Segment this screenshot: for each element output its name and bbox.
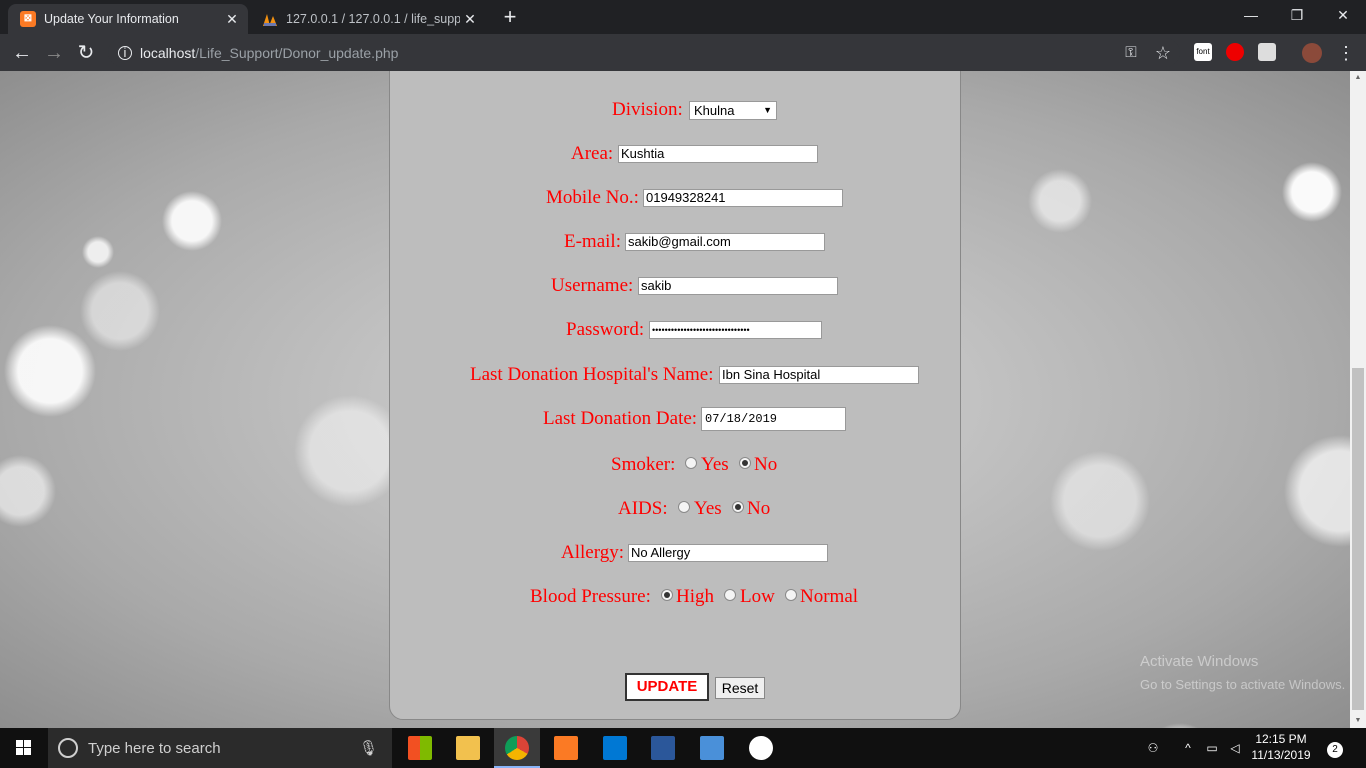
page-content: Division: Khulna ▼ Area: Kushtia Mobile … — [0, 71, 1350, 728]
file-explorer-icon[interactable] — [456, 736, 480, 760]
smoker-no-radio[interactable] — [739, 457, 751, 469]
forward-button[interactable]: → — [40, 39, 68, 67]
address-bar[interactable]: i localhost/Life_Support/Donor_update.ph… — [108, 38, 1180, 67]
url-path: /Life_Support/Donor_update.php — [195, 44, 399, 61]
phpmyadmin-icon — [263, 14, 277, 26]
browser-toolbar: ← → ↻ i localhost/Life_Support/Donor_upd… — [0, 34, 1366, 71]
url-host: localhost — [140, 44, 196, 61]
windows-taskbar: Type here to search 🎙 ⚇ ^ ▭ ◁ 12:15 PM 1… — [0, 728, 1366, 768]
dropdown-arrow-icon: ▼ — [763, 105, 772, 115]
show-hidden-icons-chevron-icon[interactable]: ^ — [1180, 728, 1196, 768]
blood-pressure-label: Blood Pressure: — [530, 586, 651, 607]
activate-windows-subtitle: Go to Settings to activate Windows. — [1140, 677, 1346, 692]
division-select[interactable]: Khulna ▼ — [689, 101, 777, 120]
update-form-panel: Division: Khulna ▼ Area: Kushtia Mobile … — [389, 71, 961, 720]
area-label: Area: — [571, 143, 614, 164]
camera-app-icon[interactable] — [749, 736, 773, 760]
new-tab-button[interactable]: + — [498, 6, 522, 30]
browser-titlebar: ⊠ Update Your Information ✕ 127.0.0.1 / … — [0, 0, 1366, 34]
adblock-extension-icon[interactable] — [1226, 43, 1244, 61]
donation-date-input[interactable]: 07/18/2019 — [701, 407, 846, 431]
aids-yes-radio[interactable] — [678, 501, 690, 513]
password-input[interactable]: ••••••••••••••••••••••••••••••• — [649, 321, 822, 339]
hospital-label: Last Donation Hospital's Name: — [470, 364, 714, 385]
volume-icon[interactable]: ◁ — [1226, 728, 1244, 768]
restore-button[interactable]: ❐ — [1274, 0, 1320, 30]
bookmark-star-icon[interactable]: ☆ — [1149, 39, 1177, 67]
aids-yes-label: Yes — [694, 498, 722, 519]
bp-high-radio[interactable] — [661, 589, 673, 601]
email-input[interactable]: sakib@gmail.com — [625, 233, 825, 251]
close-window-button[interactable]: ✕ — [1320, 0, 1366, 30]
smoker-yes-label: Yes — [701, 454, 729, 475]
smoker-yes-radio[interactable] — [685, 457, 697, 469]
close-tab-icon[interactable]: ✕ — [222, 9, 242, 29]
username-input[interactable]: sakib — [638, 277, 838, 295]
xampp-taskbar-icon[interactable] — [554, 736, 578, 760]
notification-count: 2 — [1327, 742, 1343, 758]
clock-date: 11/13/2019 — [1251, 748, 1311, 762]
search-circle-icon — [58, 738, 78, 758]
update-button[interactable]: UPDATE — [625, 673, 709, 701]
username-label: Username: — [551, 275, 634, 296]
vscode-icon[interactable] — [603, 736, 627, 760]
people-icon[interactable]: ⚇ — [1142, 728, 1164, 768]
bp-normal-label: Normal — [800, 586, 859, 607]
taskbar-search[interactable]: Type here to search 🎙 — [48, 728, 392, 768]
tab-phpmyadmin[interactable]: 127.0.0.1 / 127.0.0.1 / life_suppor ✕ — [250, 4, 486, 34]
microphone-icon[interactable]: 🎙 — [359, 739, 378, 757]
page-scrollbar[interactable]: ▲ ▼ — [1350, 71, 1366, 728]
cube-extension-icon[interactable] — [1258, 43, 1276, 61]
allergy-input[interactable]: No Allergy — [628, 544, 828, 562]
clock[interactable]: 12:15 PM 11/13/2019 — [1248, 728, 1314, 768]
reload-button[interactable]: ↻ — [72, 39, 100, 67]
bp-normal-radio[interactable] — [785, 589, 797, 601]
mobile-input[interactable]: 01949328241 — [643, 189, 843, 207]
clock-time: 12:15 PM — [1255, 732, 1307, 746]
tab-label: Update Your Information — [44, 12, 179, 26]
area-input[interactable]: Kushtia — [618, 145, 818, 163]
aids-label: AIDS: — [618, 498, 668, 519]
battery-icon[interactable]: ▭ — [1202, 728, 1222, 768]
tab-label: 127.0.0.1 / 127.0.0.1 / life_suppor — [286, 12, 460, 26]
chrome-icon[interactable] — [505, 736, 529, 760]
info-icon[interactable]: i — [118, 45, 132, 60]
menu-icon[interactable]: ⋮ — [1332, 39, 1360, 67]
allergy-label: Allergy: — [561, 542, 624, 563]
back-button[interactable]: ← — [8, 39, 36, 67]
bp-high-label: High — [676, 586, 714, 607]
scrollbar-thumb[interactable] — [1352, 368, 1364, 710]
reset-button[interactable]: Reset — [715, 677, 765, 699]
word-icon[interactable] — [651, 736, 675, 760]
start-button[interactable] — [0, 728, 48, 768]
division-value: Khulna — [694, 103, 735, 118]
windows-logo-icon — [16, 740, 31, 755]
bp-low-label: Low — [740, 586, 775, 607]
profile-avatar[interactable] — [1302, 43, 1322, 63]
scroll-down-arrow-icon[interactable]: ▼ — [1350, 714, 1366, 728]
font-extension-icon[interactable]: font — [1194, 43, 1212, 61]
hospital-input[interactable]: Ibn Sina Hospital — [719, 366, 919, 384]
smoker-label: Smoker: — [611, 454, 676, 475]
minimize-button[interactable]: — — [1228, 0, 1274, 30]
aids-no-radio[interactable] — [732, 501, 744, 513]
password-label: Password: — [566, 319, 645, 340]
close-tab-icon[interactable]: ✕ — [460, 9, 480, 29]
xampp-icon: ⊠ — [20, 11, 36, 27]
search-placeholder: Type here to search — [88, 739, 221, 757]
activate-windows-title: Activate Windows — [1140, 653, 1259, 670]
photos-icon[interactable] — [700, 736, 724, 760]
donation-date-label: Last Donation Date: — [543, 408, 698, 429]
smoker-no-label: No — [754, 454, 778, 475]
office-app-icon[interactable] — [408, 736, 432, 760]
key-icon[interactable]: ⚿ — [1117, 39, 1145, 67]
bp-low-radio[interactable] — [724, 589, 736, 601]
scroll-up-arrow-icon[interactable]: ▲ — [1350, 71, 1366, 85]
division-label: Division: — [612, 99, 683, 120]
aids-no-label: No — [747, 498, 771, 519]
tab-update-your-information[interactable]: ⊠ Update Your Information ✕ — [8, 4, 248, 34]
mobile-label: Mobile No.: — [546, 187, 639, 208]
notification-center-icon[interactable]: 2 — [1322, 728, 1348, 768]
email-label: E-mail: — [564, 231, 621, 252]
